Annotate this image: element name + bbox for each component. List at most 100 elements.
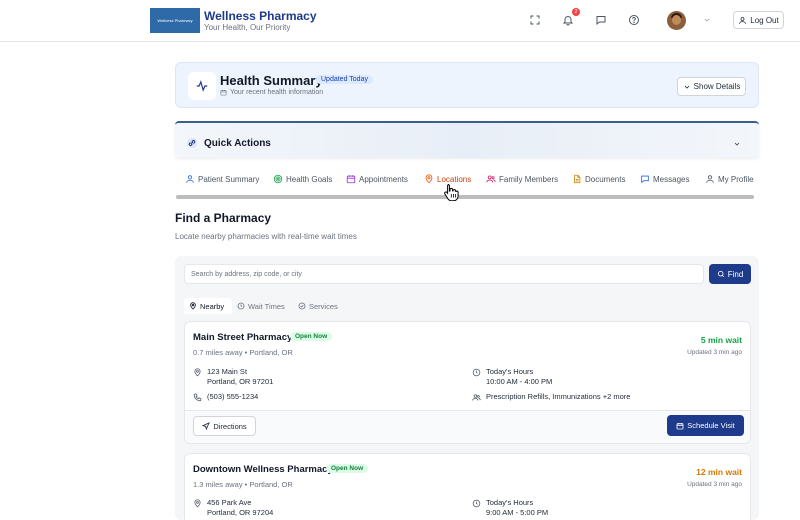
hours-label: Today's Hours (486, 367, 534, 376)
calendar-icon (346, 175, 356, 184)
search-icon (717, 270, 724, 277)
tab-label: Appointments (359, 174, 408, 184)
chat-icon[interactable] (595, 14, 607, 26)
pharmacy-card-footer: Directions Schedule Visit (185, 410, 750, 443)
tab-documents[interactable]: Documents (572, 174, 625, 184)
directions-button[interactable]: Directions (193, 416, 256, 436)
phone-number: (503) 555-1234 (207, 392, 259, 401)
find-label: Find (727, 269, 744, 279)
updated-badge: Updated Today (316, 75, 373, 84)
clock-icon (237, 302, 245, 310)
activity-icon (188, 72, 216, 100)
health-summary-subtitle-text: Your recent health information (230, 89, 324, 96)
quick-actions-title: Quick Actions (204, 138, 271, 149)
phone-block[interactable]: (503) 555-1234 (193, 392, 258, 402)
subtab-label: Wait Times (248, 301, 285, 311)
pharmacy-card[interactable]: Downtown Wellness Pharmacy Open Now 1.3 … (184, 453, 751, 520)
avatar[interactable] (667, 11, 686, 30)
tab-label: Health Goals (286, 174, 333, 184)
subtab-label: Services (309, 301, 338, 311)
pharmacy-name: Main Street Pharmacy (193, 332, 293, 343)
wait-updated: Updated 3 min ago (687, 349, 742, 356)
tab-appointments[interactable]: Appointments (346, 174, 408, 184)
clock-icon (472, 368, 481, 377)
tab-label: Messages (653, 174, 690, 184)
subtab-label: Nearby (200, 301, 225, 311)
chevron-down-icon (684, 85, 689, 89)
find-button[interactable]: Find (709, 264, 751, 284)
phone-icon (193, 393, 202, 402)
health-summary-card: Health Summary Updated Today Your recent… (175, 62, 759, 108)
subtab-wait-times[interactable]: Wait Times (232, 298, 290, 314)
tab-label: Patient Summary (198, 174, 260, 184)
fullscreen-icon[interactable] (529, 14, 541, 26)
wait-time: 12 min wait (696, 467, 742, 477)
help-icon[interactable] (628, 14, 640, 26)
health-summary-subtitle: Your recent health information (220, 89, 323, 96)
map-pin-icon (194, 368, 201, 377)
health-summary-title: Health Summary (220, 73, 323, 88)
target-icon (273, 174, 283, 184)
hours-value: 10:00 AM - 4:00 PM (486, 377, 553, 386)
brand-logo[interactable]: Wellness Pharmacy (150, 8, 200, 33)
user-icon (186, 175, 194, 183)
top-header: Wellness Pharmacy Wellness Pharmacy Your… (0, 0, 800, 42)
wait-time: 5 min wait (700, 335, 742, 345)
map-pin-icon (194, 499, 201, 508)
users-icon (472, 394, 481, 401)
wait-updated: Updated 3 min ago (687, 481, 742, 488)
tab-label: Family Members (499, 174, 559, 184)
pharmacy-card[interactable]: Main Street Pharmacy Open Now 0.7 miles … (184, 321, 751, 444)
calendar-icon (220, 89, 227, 96)
services-block: Prescription Refills, Immunizations +2 m… (472, 392, 630, 402)
bell-icon[interactable] (562, 14, 574, 26)
address-line1: 123 Main St (207, 367, 248, 376)
tab-label: My Profile (718, 174, 754, 184)
status-badge: Open Now (326, 464, 369, 473)
chevron-down-icon[interactable] (703, 16, 711, 24)
brand-title: Wellness Pharmacy (204, 9, 317, 23)
address-line1: 456 Park Ave (207, 498, 252, 507)
logout-button[interactable]: Log Out (733, 11, 784, 29)
logout-label: Log Out (750, 15, 779, 25)
address-block: 123 Main St Portland, OR 97201 (193, 367, 273, 387)
link-icon (186, 137, 198, 149)
hours-block: Today's Hours 9:00 AM - 5:00 PM (472, 498, 548, 518)
find-pharmacy-subtitle: Locate nearby pharmacies with real-time … (175, 232, 357, 241)
tab-label: Documents (585, 174, 626, 184)
subtab-services[interactable]: Services (293, 298, 343, 314)
tab-patient-summary[interactable]: Patient Summary (185, 174, 259, 184)
address-line2: Portland, OR 97201 (207, 377, 274, 386)
subtab-nearby[interactable]: Nearby (184, 298, 232, 314)
pharmacy-search-input[interactable]: Search by address, zip code, or city (184, 264, 704, 284)
brand-subtitle: Your Health, Our Priority (204, 23, 291, 32)
schedule-visit-label: Schedule Visit (687, 421, 735, 430)
users-icon (486, 175, 496, 183)
chevron-down-icon[interactable] (733, 140, 741, 148)
quick-actions-panel[interactable]: Quick Actions (175, 121, 759, 158)
check-circle-icon (298, 302, 306, 310)
show-details-label: Show Details (693, 82, 741, 91)
tab-health-goals[interactable]: Health Goals (273, 174, 332, 184)
address-block: 456 Park Ave Portland, OR 97204 (193, 498, 273, 518)
hours-label: Today's Hours (486, 498, 534, 507)
directions-label: Directions (213, 421, 247, 431)
navigation-icon (202, 422, 211, 430)
tab-my-profile[interactable]: My Profile (705, 174, 754, 184)
schedule-visit-button[interactable]: Schedule Visit (667, 415, 744, 436)
document-icon (574, 174, 581, 184)
services-list: Prescription Refills, Immunizations +2 m… (486, 392, 631, 401)
hours-block: Today's Hours 10:00 AM - 4:00 PM (472, 367, 552, 387)
tabs-scrollbar[interactable] (176, 195, 754, 199)
status-badge: Open Now (290, 332, 333, 341)
pharmacy-distance: 1.3 miles away • Portland, OR (193, 480, 293, 489)
user-icon (706, 175, 714, 183)
map-pin-icon (425, 174, 433, 184)
tab-messages[interactable]: Messages (640, 174, 689, 184)
tab-family-members[interactable]: Family Members (486, 174, 558, 184)
message-icon (641, 175, 649, 184)
pharmacy-name: Downtown Wellness Pharmacy (193, 464, 333, 475)
hand-cursor-icon (444, 184, 459, 201)
show-details-button[interactable]: Show Details (677, 77, 746, 96)
find-pharmacy-title: Find a Pharmacy (175, 211, 272, 225)
